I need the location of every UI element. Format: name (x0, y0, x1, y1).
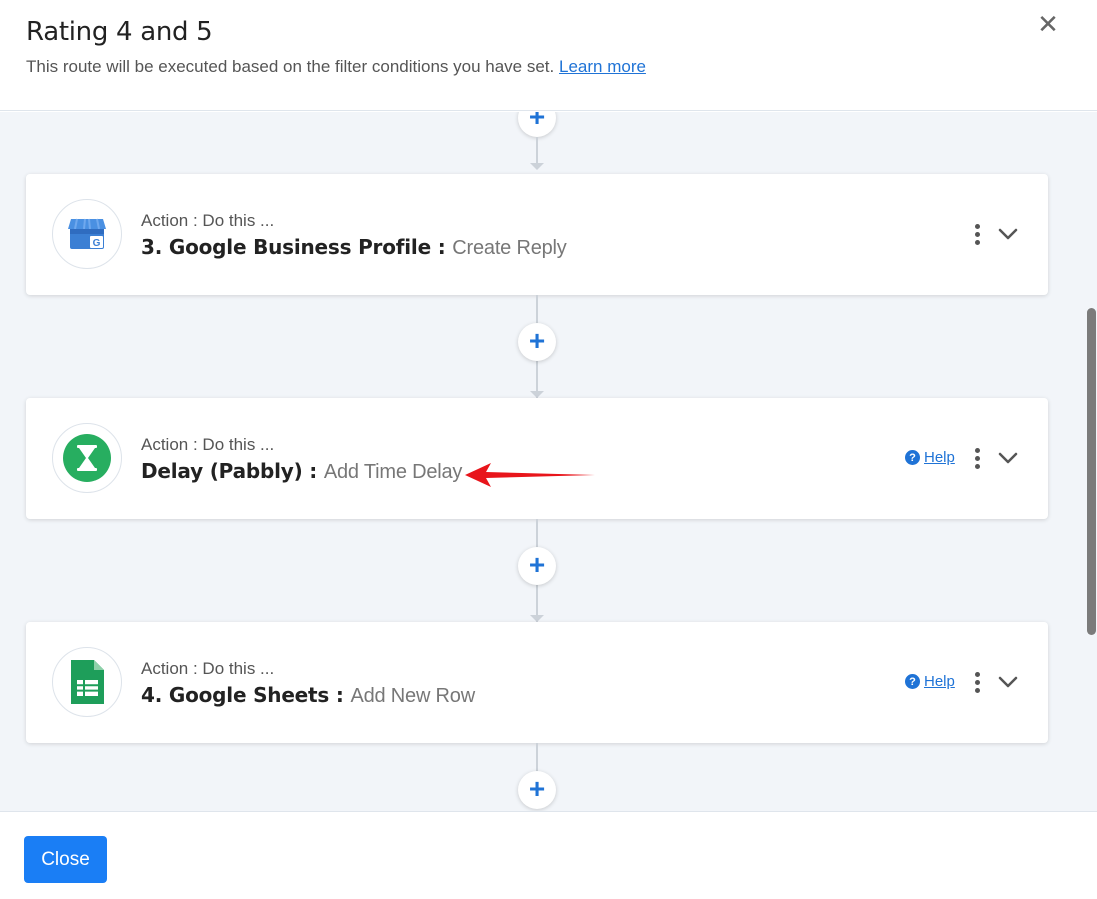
step-card-delay[interactable]: Action : Do this ... Delay (Pabbly) : Ad… (26, 398, 1048, 519)
more-options-icon[interactable] (971, 671, 983, 695)
help-link[interactable]: ? Help (905, 673, 955, 690)
google-sheets-icon (71, 660, 104, 704)
app-icon-container (52, 647, 122, 717)
learn-more-link[interactable]: Learn more (559, 57, 646, 76)
connector-arrow (530, 615, 544, 622)
subtitle-text: This route will be executed based on the… (26, 57, 555, 76)
event-name: Create Reply (452, 237, 567, 259)
question-icon: ? (905, 674, 920, 689)
modal-header: Rating 4 and 5 This route will be execut… (0, 0, 1097, 111)
close-icon[interactable]: ✕ (1036, 10, 1060, 38)
step-title: Delay (Pabbly) : Add Time Delay (141, 459, 462, 484)
step-card-google-sheets[interactable]: Action : Do this ... 4. Google Sheets : … (26, 622, 1048, 743)
app-icon-container: G (52, 199, 122, 269)
close-button[interactable]: Close (24, 836, 107, 883)
modal-title: Rating 4 and 5 (26, 17, 213, 47)
hourglass-icon (63, 434, 111, 482)
scrollbar-thumb[interactable] (1087, 308, 1096, 635)
action-label: Action : Do this ... (141, 435, 275, 454)
add-step-button[interactable]: + (518, 323, 556, 361)
add-step-button[interactable]: + (518, 547, 556, 585)
help-label: Help (924, 673, 955, 690)
connector-arrow (530, 391, 544, 398)
chevron-down-icon[interactable] (996, 446, 1020, 470)
connector-line (536, 743, 538, 773)
event-name: Add New Row (350, 685, 475, 707)
more-options-icon[interactable] (971, 223, 983, 247)
help-link[interactable]: ? Help (905, 449, 955, 466)
add-step-button[interactable]: + (518, 771, 556, 809)
connector-arrow (530, 163, 544, 170)
app-icon-container (52, 423, 122, 493)
step-title: 4. Google Sheets : Add New Row (141, 683, 475, 708)
step-title: 3. Google Business Profile : Create Repl… (141, 235, 567, 260)
modal-footer: Close (0, 811, 1097, 899)
workflow-canvas: + G Action : Do this ... 3. Google Busin… (0, 112, 1097, 811)
action-label: Action : Do this ... (141, 211, 275, 230)
app-name: 4. Google Sheets : (141, 683, 344, 707)
more-options-icon[interactable] (971, 447, 983, 471)
add-step-button[interactable]: + (518, 112, 556, 137)
action-label: Action : Do this ... (141, 659, 275, 678)
connector-line (536, 137, 538, 163)
app-name: Delay (Pabbly) : (141, 459, 318, 483)
app-name: 3. Google Business Profile : (141, 235, 446, 259)
chevron-down-icon[interactable] (996, 222, 1020, 246)
event-name: Add Time Delay (323, 461, 463, 483)
google-business-profile-icon: G (68, 218, 106, 249)
help-label: Help (924, 449, 955, 466)
route-modal: Rating 4 and 5 This route will be execut… (0, 0, 1097, 899)
step-card-google-business[interactable]: G Action : Do this ... 3. Google Busines… (26, 174, 1048, 295)
annotation-arrow (465, 463, 595, 487)
chevron-down-icon[interactable] (996, 670, 1020, 694)
question-icon: ? (905, 450, 920, 465)
svg-text:G: G (93, 238, 101, 249)
modal-subtitle: This route will be executed based on the… (26, 57, 646, 77)
